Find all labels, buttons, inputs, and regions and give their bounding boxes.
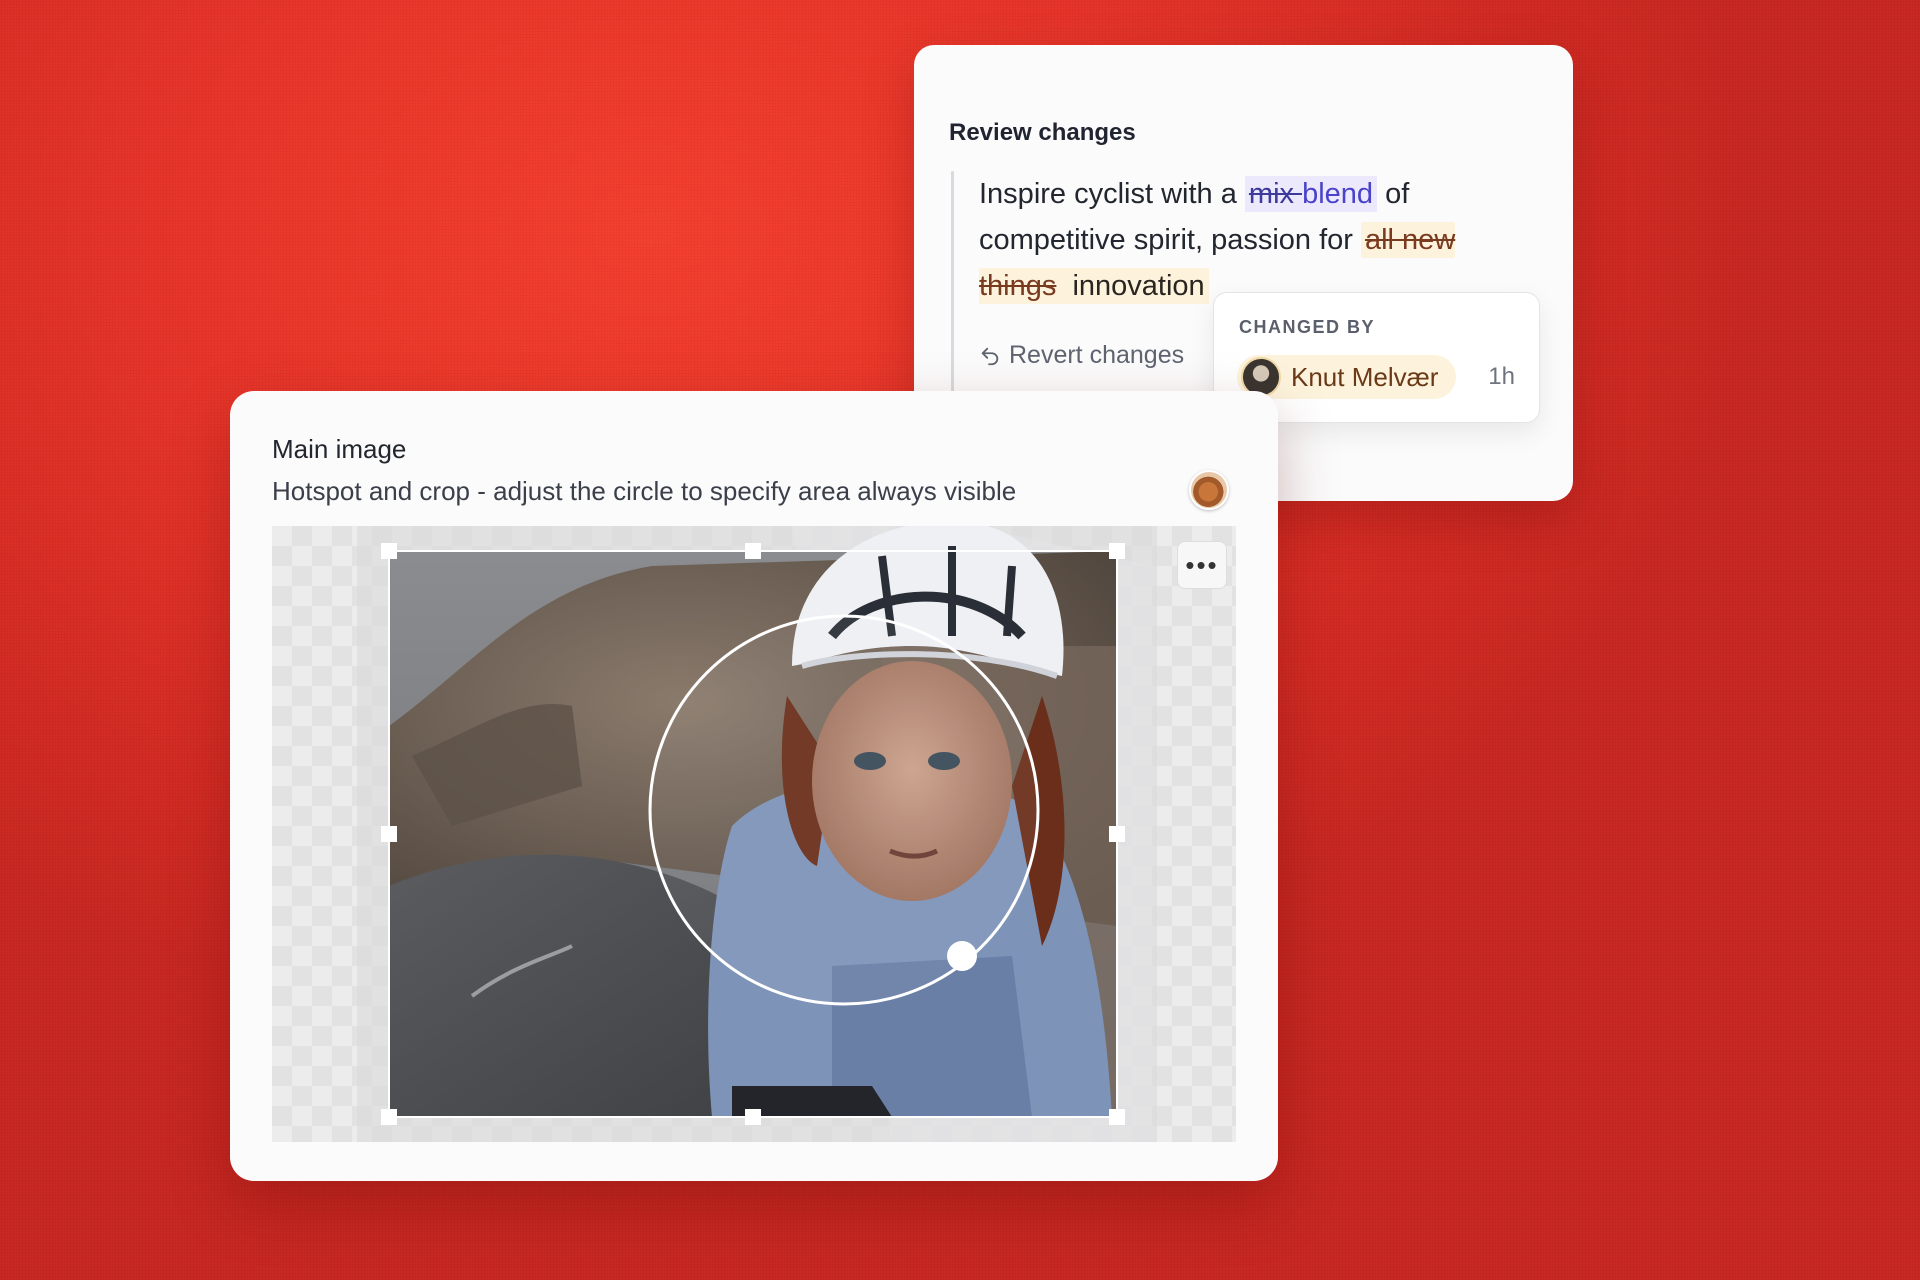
author-name: Knut Melvær — [1291, 361, 1439, 392]
changed-by-label: CHANGED BY — [1239, 317, 1376, 337]
change-time: 1h — [1488, 363, 1515, 390]
author-chip[interactable]: Knut Melvær — [1237, 355, 1457, 399]
diff-added: blend — [1302, 176, 1378, 212]
diff-deleted: mix — [1244, 176, 1303, 212]
diff-added: innovation — [1060, 268, 1209, 304]
cyclist-photo — [357, 526, 1157, 1142]
revert-label: Revert changes — [1009, 341, 1185, 369]
review-title: Review changes — [949, 119, 1136, 146]
presence-avatar[interactable] — [1189, 470, 1229, 510]
hotspot-resize-handle[interactable] — [947, 941, 977, 971]
field-description: Hotspot and crop - adjust the circle to … — [272, 476, 1017, 506]
review-diff-text: Inspire cyclist with a mix blend of comp… — [979, 171, 1539, 309]
diff-text: Inspire cyclist with a — [979, 178, 1245, 210]
revert-icon — [981, 347, 999, 365]
more-options-icon[interactable]: ••• — [1177, 541, 1227, 589]
hotspot-circle[interactable] — [648, 614, 1040, 1006]
revert-changes-button[interactable]: Revert changes — [979, 341, 1184, 370]
field-title: Main image — [272, 434, 407, 464]
change-indicator-bar — [951, 171, 954, 416]
main-image-card: Main image Hotspot and crop - adjust the… — [230, 391, 1278, 1181]
hotspot-crop-editor[interactable]: ••• — [272, 526, 1236, 1142]
